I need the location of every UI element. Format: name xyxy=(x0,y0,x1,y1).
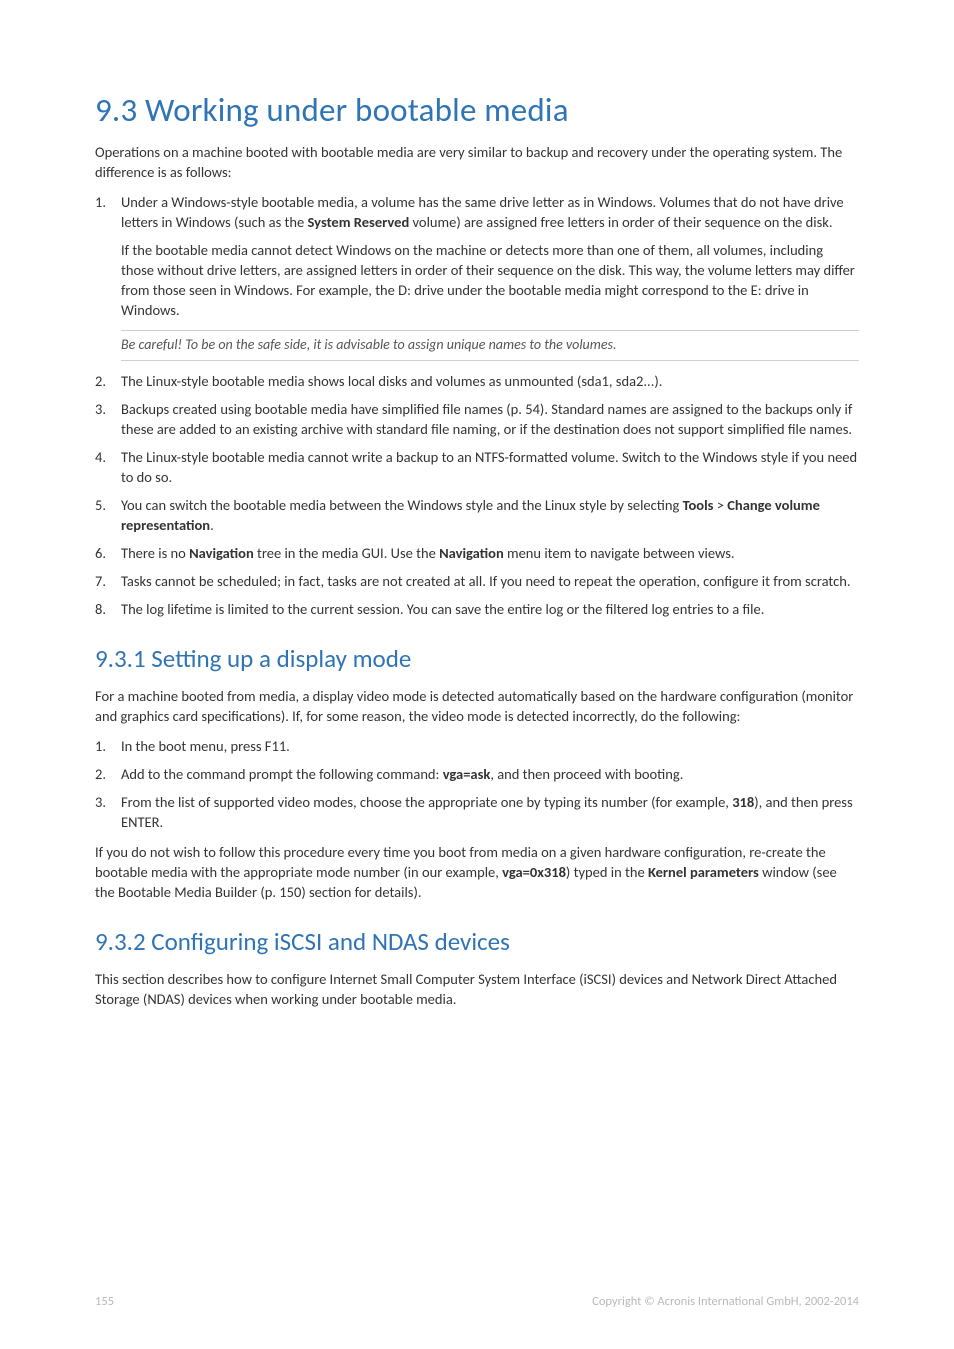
list-9-3-cont: The Linux-style bootable media shows loc… xyxy=(95,371,859,619)
heading-9-3: 9.3 Working under bootable media xyxy=(95,90,859,130)
text: . xyxy=(210,516,214,534)
bold-text: System Reserved xyxy=(308,213,410,231)
list-item: In the boot menu, press F11. xyxy=(95,736,859,756)
bold-text: Navigation xyxy=(189,544,254,562)
text: > xyxy=(713,496,727,514)
text: You can switch the bootable media betwee… xyxy=(121,496,683,514)
list-item: You can switch the bootable media betwee… xyxy=(95,495,859,535)
list-item: From the list of supported video modes, … xyxy=(95,792,859,832)
text: There is no xyxy=(121,544,189,562)
page-container: 9.3 Working under bootable media Operati… xyxy=(0,0,954,1349)
text: , and then proceed with booting. xyxy=(490,765,683,783)
closing-para-9-3-1: If you do not wish to follow this proced… xyxy=(95,842,859,902)
list-item: Add to the command prompt the following … xyxy=(95,764,859,784)
bold-text: vga=ask xyxy=(443,765,491,783)
list-item: There is no Navigation tree in the media… xyxy=(95,543,859,563)
list-item: Tasks cannot be scheduled; in fact, task… xyxy=(95,571,859,591)
text: ) typed in the xyxy=(566,863,648,881)
heading-9-3-2: 9.3.2 Configuring iSCSI and NDAS devices xyxy=(95,926,859,957)
intro-9-3-1: For a machine booted from media, a displ… xyxy=(95,686,859,726)
heading-9-3-1: 9.3.1 Setting up a display mode xyxy=(95,643,859,674)
text: menu item to navigate between views. xyxy=(504,544,735,562)
intro-9-3-2: This section describes how to configure … xyxy=(95,969,859,1009)
list-item: The log lifetime is limited to the curre… xyxy=(95,599,859,619)
text: From the list of supported video modes, … xyxy=(121,793,732,811)
text: tree in the media GUI. Use the xyxy=(254,544,439,562)
page-footer: 155 Copyright © Acronis International Gm… xyxy=(95,1294,859,1309)
list-9-3-1: In the boot menu, press F11. Add to the … xyxy=(95,736,859,832)
copyright-text: Copyright © Acronis International GmbH, … xyxy=(592,1294,859,1309)
list-9-3: Under a Windows-style bootable media, a … xyxy=(95,192,859,320)
bold-text: Tools xyxy=(683,496,714,514)
text: volume) are assigned free letters in ord… xyxy=(409,213,832,231)
list-item: The Linux-style bootable media cannot wr… xyxy=(95,447,859,487)
page-number: 155 xyxy=(95,1294,114,1309)
sub-paragraph: If the bootable media cannot detect Wind… xyxy=(121,240,859,320)
bold-text: Kernel parameters xyxy=(648,863,759,881)
bold-text: 318 xyxy=(732,793,754,811)
note-box: Be careful! To be on the safe side, it i… xyxy=(121,330,859,361)
text: Add to the command prompt the following … xyxy=(121,765,443,783)
bold-text: vga=0x318 xyxy=(502,863,566,881)
list-item: Backups created using bootable media hav… xyxy=(95,399,859,439)
bold-text: Navigation xyxy=(439,544,504,562)
list-item: Under a Windows-style bootable media, a … xyxy=(95,192,859,320)
intro-9-3: Operations on a machine booted with boot… xyxy=(95,142,859,182)
list-item: The Linux-style bootable media shows loc… xyxy=(95,371,859,391)
